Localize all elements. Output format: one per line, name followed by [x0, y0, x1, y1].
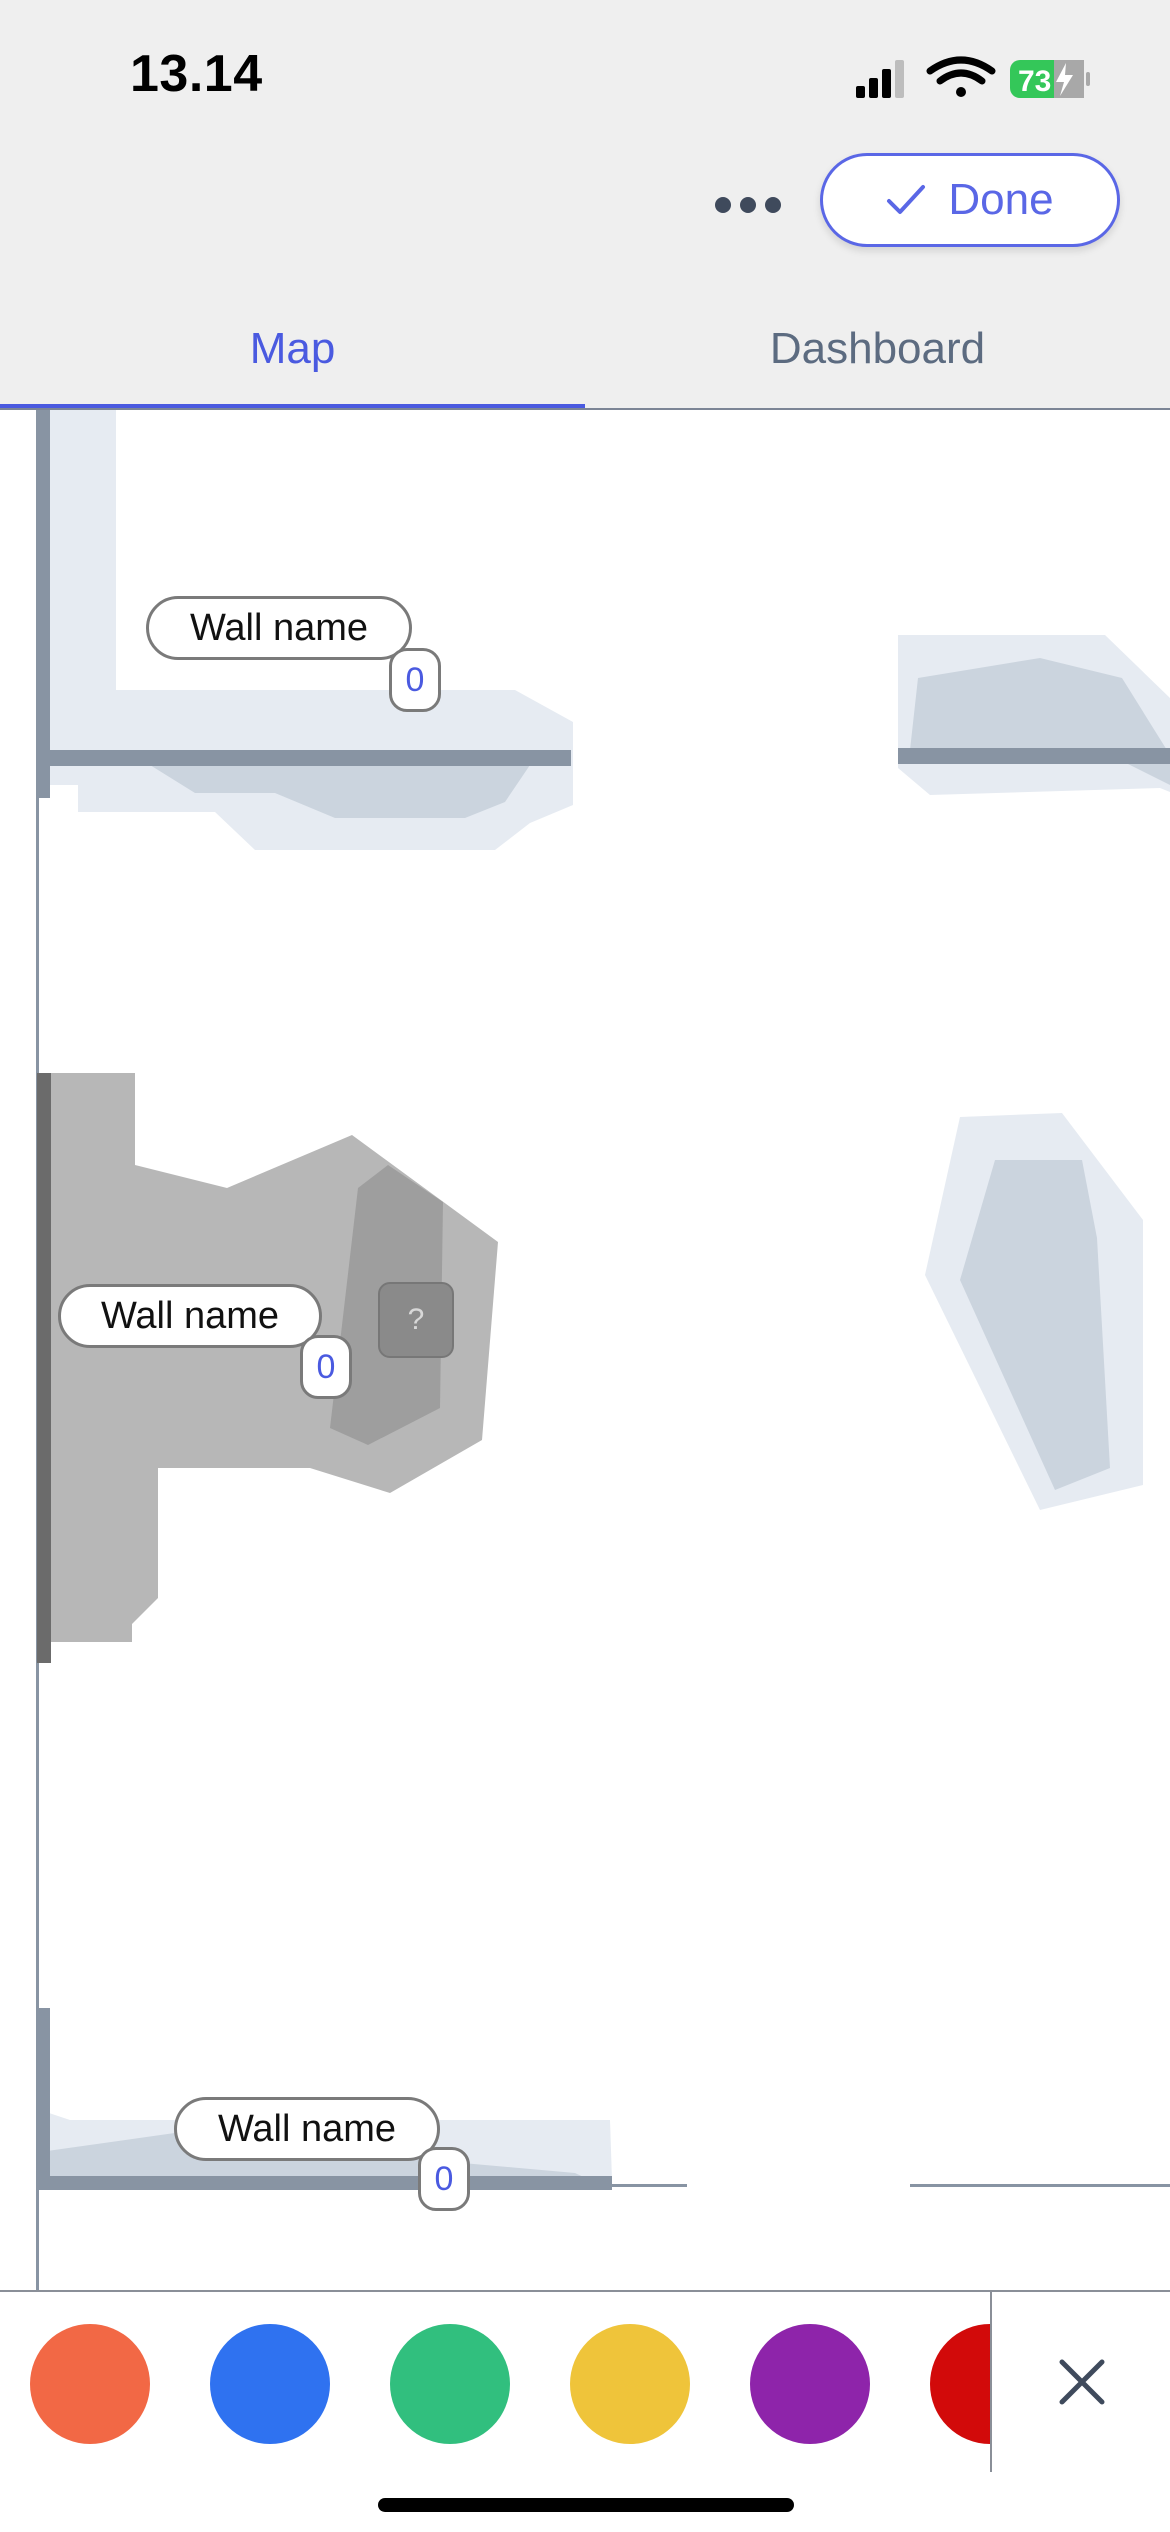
wall-count-badge[interactable]: 0	[418, 2147, 470, 2211]
wall-segment	[36, 750, 571, 766]
color-swatch-purple[interactable]	[750, 2324, 870, 2444]
wall-segment	[898, 748, 1170, 764]
tab-map[interactable]: Map	[0, 290, 585, 408]
color-swatch-orange[interactable]	[30, 2324, 150, 2444]
status-time: 13.14	[130, 45, 263, 103]
floor-map[interactable]: Wall name 0 Wall name 0 ? Wall name 0	[0, 410, 1170, 2290]
app-screen: 13.14 73 Done Map Dashboard Wall name 0 …	[0, 0, 1170, 2532]
status-icons-svg: 73	[856, 56, 1090, 98]
header: 13.14 73 Done Map Dashboard	[0, 0, 1170, 410]
tab-bar: Map Dashboard	[0, 290, 1170, 410]
wall-segment	[36, 2176, 612, 2190]
wall-segment-selected	[37, 1073, 51, 1663]
wall-name-label[interactable]: Wall name	[146, 596, 412, 660]
close-button[interactable]	[1040, 2340, 1124, 2424]
wall-line	[612, 2184, 687, 2187]
wall-line	[910, 2184, 1170, 2187]
wifi-icon	[926, 56, 996, 97]
tab-dashboard[interactable]: Dashboard	[585, 290, 1170, 408]
done-button[interactable]: Done	[820, 153, 1120, 247]
home-indicator	[378, 2498, 794, 2512]
color-swatch-blue[interactable]	[210, 2324, 330, 2444]
wall-name-label[interactable]: Wall name	[58, 1284, 322, 1348]
wall-segment	[36, 410, 50, 798]
wall-segment	[36, 2008, 50, 2190]
close-icon	[1059, 2359, 1105, 2405]
wall-count-badge[interactable]: 0	[389, 648, 441, 712]
battery-level-text: 73	[1018, 65, 1051, 98]
wall-name-label[interactable]: Wall name	[174, 2097, 440, 2161]
color-swatch-green[interactable]	[390, 2324, 510, 2444]
floor-map-drawing	[36, 410, 1170, 2290]
checkmark-icon	[887, 185, 926, 214]
ellipsis-icon	[715, 197, 781, 213]
unknown-device-marker[interactable]: ?	[378, 1282, 454, 1358]
done-label: Done	[948, 175, 1054, 224]
status-icons: 73	[850, 54, 1090, 102]
battery-charging-icon: 73	[1010, 60, 1090, 98]
color-palette	[0, 2290, 1170, 2532]
palette-divider	[990, 2292, 992, 2472]
color-swatch-yellow[interactable]	[570, 2324, 690, 2444]
more-button[interactable]	[708, 170, 788, 240]
coverage-area-inner	[960, 1160, 1110, 1490]
wall-count-badge[interactable]: 0	[300, 1335, 352, 1399]
cellular-signal-icon	[856, 60, 904, 98]
